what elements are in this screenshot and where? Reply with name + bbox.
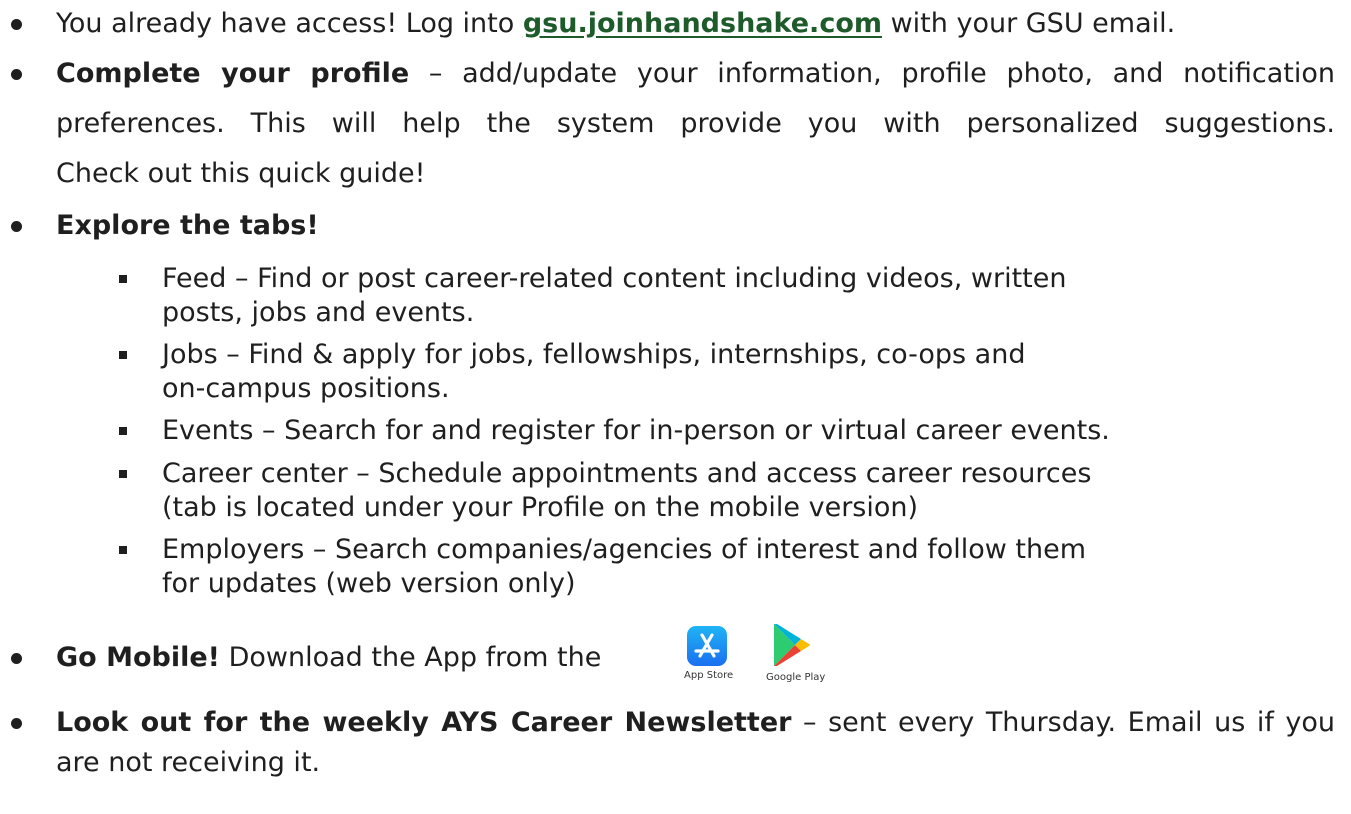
sub-item-jobs-line-2: on-campus positions. xyxy=(162,371,450,407)
employers-text: Employers – Search companies/agencies of… xyxy=(162,534,1087,565)
go-mobile-heading: Go Mobile! xyxy=(56,642,220,673)
sub-item-career-center-line-2: (tab is located under your Profile on th… xyxy=(162,490,918,526)
career-center-text: Career center – Schedule appointments an… xyxy=(162,458,1092,489)
handshake-link[interactable]: gsu.joinhandshake.com xyxy=(523,8,882,39)
list-item-explore-tabs: Explore the tabs! xyxy=(56,208,319,244)
jobs-text: Jobs – Find & apply for jobs, fellowship… xyxy=(162,339,1026,370)
app-store-caption: App Store xyxy=(684,670,734,681)
feed-text: Feed – Find or post career-related conte… xyxy=(162,263,1067,294)
app-store-icon xyxy=(687,626,727,666)
explore-tabs-heading: Explore the tabs! xyxy=(56,210,319,241)
profile-bold-heading: Complete your profile xyxy=(56,58,410,89)
list-bullet xyxy=(11,221,22,232)
list-item-go-mobile: Go Mobile! Download the App from the xyxy=(56,640,601,676)
sub-item-feed-line-2: posts, jobs and events. xyxy=(162,295,474,331)
app-store-link[interactable]: App Store xyxy=(679,626,735,686)
access-text-before: You already have access! Log into xyxy=(56,8,523,39)
feed-text-cont: posts, jobs and events. xyxy=(162,297,475,328)
list-bullet xyxy=(11,718,22,729)
google-play-icon xyxy=(774,624,810,666)
list-bullet xyxy=(11,69,22,80)
sub-bullet xyxy=(119,470,127,478)
go-mobile-rest: Download the App from the xyxy=(220,642,602,673)
newsletter-line-1-rest: – sent every Thursday. Email us if you xyxy=(791,707,1335,738)
sub-item-events: Events – Search for and register for in-… xyxy=(162,413,1110,449)
google-play-caption: Google Play xyxy=(766,672,826,683)
newsletter-bold-heading: Look out for the weekly AYS Career Newsl… xyxy=(56,707,792,738)
google-play-link[interactable]: Google Play xyxy=(761,622,831,686)
events-text: Events – Search for and register for in-… xyxy=(162,415,1110,446)
sub-bullet xyxy=(119,275,127,283)
sub-bullet xyxy=(119,546,127,554)
list-item-profile-line-2: preferences. This will help the system p… xyxy=(56,106,1335,142)
profile-line-3: Check out this quick guide! xyxy=(56,158,426,189)
list-item-profile-line-3: Check out this quick guide! xyxy=(56,156,425,192)
sub-item-jobs-line-1: Jobs – Find & apply for jobs, fellowship… xyxy=(162,337,1025,373)
sub-item-employers-line-2: for updates (web version only) xyxy=(162,566,576,602)
list-item-newsletter-line-1: Look out for the weekly AYS Career Newsl… xyxy=(56,705,1335,741)
newsletter-line-2: are not receiving it. xyxy=(56,747,321,778)
sub-item-career-center-line-1: Career center – Schedule appointments an… xyxy=(162,456,1091,492)
document-page: You already have access! Log into gsu.jo… xyxy=(0,0,1351,814)
sub-bullet xyxy=(119,427,127,435)
list-bullet xyxy=(11,19,22,30)
sub-item-employers-line-1: Employers – Search companies/agencies of… xyxy=(162,532,1086,568)
career-center-text-cont: (tab is located under your Profile on th… xyxy=(162,492,919,523)
list-bullet xyxy=(11,653,22,664)
list-item-profile-line-1: Complete your profile – add/update your … xyxy=(56,56,1335,92)
list-item-newsletter-line-2: are not receiving it. xyxy=(56,745,320,781)
profile-line-2: preferences. This will help the system p… xyxy=(56,108,1335,139)
sub-bullet xyxy=(119,351,127,359)
access-text-after: with your GSU email. xyxy=(882,8,1176,39)
jobs-text-cont: on-campus positions. xyxy=(162,373,450,404)
profile-line-1-rest: – add/update your information, profile p… xyxy=(409,58,1335,89)
employers-text-cont: for updates (web version only) xyxy=(162,568,576,599)
sub-item-feed-line-1: Feed – Find or post career-related conte… xyxy=(162,261,1066,297)
list-item-access: You already have access! Log into gsu.jo… xyxy=(56,6,1175,42)
